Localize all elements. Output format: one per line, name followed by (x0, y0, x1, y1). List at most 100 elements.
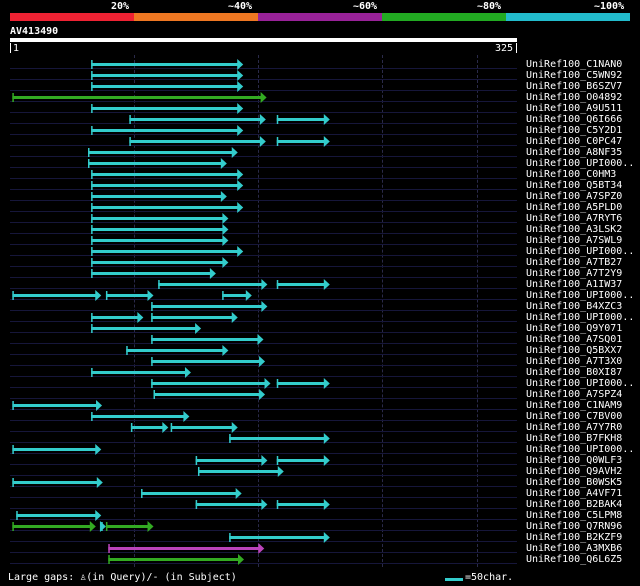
segment-line (129, 140, 261, 143)
segment-line (276, 382, 325, 385)
hit-segment[interactable] (91, 213, 229, 224)
segment-arrowhead (209, 268, 216, 279)
hit-segment[interactable] (91, 323, 202, 334)
segment-arrowhead (238, 554, 244, 565)
hit-segment[interactable] (105, 521, 154, 532)
blast-alignment-view: 20% ~40% ~60% ~80% ~100% AV413490 1 325 … (0, 0, 640, 586)
hit-segment[interactable] (276, 114, 330, 125)
segment-arrowhead (95, 290, 102, 301)
hit-segment[interactable] (229, 433, 330, 444)
hit-segment[interactable] (91, 180, 244, 191)
hit-segment[interactable] (91, 224, 229, 235)
hit-segment[interactable] (151, 356, 266, 367)
hit-segment[interactable] (108, 554, 244, 565)
hit-segment[interactable] (276, 378, 330, 389)
hit-segment[interactable] (195, 499, 268, 510)
hit-segment[interactable] (91, 235, 229, 246)
segment-line (91, 371, 186, 374)
segment-arrowhead (222, 235, 229, 246)
hit-segment[interactable] (158, 279, 268, 290)
segment-arrowhead (231, 422, 238, 433)
hit-segment[interactable] (91, 268, 216, 279)
segment-line (12, 448, 97, 451)
segment-arrowhead (222, 213, 229, 224)
hit-segment[interactable] (91, 59, 244, 70)
hit-segment[interactable] (153, 389, 266, 400)
segment-arrowhead (261, 455, 268, 466)
hit-segment[interactable] (105, 290, 154, 301)
hit-segment[interactable] (197, 466, 284, 477)
hit-segment[interactable] (126, 345, 229, 356)
segment-arrowhead (323, 455, 330, 466)
hit-segment[interactable] (88, 158, 227, 169)
segment-arrowhead (237, 103, 244, 114)
hit-segment[interactable] (91, 411, 190, 422)
hit-segment[interactable] (12, 521, 96, 532)
segment-arrowhead (237, 202, 244, 213)
segment-line (91, 206, 239, 209)
hit-segment[interactable] (276, 136, 330, 147)
segment-line (91, 327, 197, 330)
segment-arrowhead (245, 290, 252, 301)
segment-line (151, 305, 263, 308)
hit-segment[interactable] (91, 312, 144, 323)
segment-line (153, 393, 261, 396)
hit-segment[interactable] (170, 422, 238, 433)
hit-segment[interactable] (88, 147, 238, 158)
hit-segment[interactable] (99, 521, 106, 532)
segment-arrowhead (231, 147, 238, 158)
hit-segment[interactable] (91, 81, 244, 92)
hit-segment[interactable] (129, 114, 266, 125)
hit-segment[interactable] (276, 455, 330, 466)
hit-segment[interactable] (151, 312, 238, 323)
segment-arrowhead (323, 433, 330, 444)
gaps-legend: Large gaps: ♙(in Query)/- (in Subject) (8, 572, 237, 583)
segment-line (91, 63, 239, 66)
segment-arrowhead (235, 488, 242, 499)
hit-segment[interactable] (12, 400, 103, 411)
segment-line (276, 140, 325, 143)
hit-segment[interactable] (12, 92, 267, 103)
hit-segment[interactable] (108, 543, 265, 554)
segment-line (91, 261, 224, 264)
hit-segment[interactable] (91, 257, 229, 268)
segment-line (197, 470, 279, 473)
segment-line (12, 525, 91, 528)
hit-segment[interactable] (130, 422, 169, 433)
hit-segment[interactable] (91, 70, 244, 81)
hit-segment[interactable] (91, 125, 244, 136)
segment-line (16, 514, 97, 517)
segment-arrowhead (222, 224, 229, 235)
hit-segment[interactable] (151, 301, 268, 312)
hit-segment[interactable] (12, 477, 103, 488)
hit-segment[interactable] (91, 246, 244, 257)
hit-segment[interactable] (91, 103, 244, 114)
hit-segment[interactable] (229, 532, 330, 543)
hit-segment[interactable] (16, 510, 102, 521)
segment-arrowhead (231, 312, 238, 323)
hit-segment[interactable] (91, 191, 227, 202)
hit-segment[interactable] (91, 202, 244, 213)
segment-arrowhead (237, 59, 244, 70)
hit-segment[interactable] (222, 290, 252, 301)
segment-line (88, 151, 233, 154)
hit-segment[interactable] (276, 279, 330, 290)
hit-segment[interactable] (91, 367, 191, 378)
hit-segment[interactable] (195, 455, 268, 466)
hit-segment[interactable] (12, 444, 102, 455)
segment-line (276, 503, 325, 506)
hit-segment[interactable] (141, 488, 242, 499)
segment-line (91, 415, 185, 418)
hit-segment[interactable] (129, 136, 266, 147)
hit-segment[interactable] (91, 169, 244, 180)
segment-arrowhead (222, 257, 229, 268)
segment-line (12, 294, 97, 297)
hit-segment[interactable] (151, 378, 271, 389)
segment-line (91, 173, 239, 176)
segment-arrowhead (259, 114, 266, 125)
hit-segment[interactable] (276, 499, 330, 510)
hit-segment[interactable] (151, 334, 264, 345)
segment-arrowhead (257, 334, 264, 345)
hit-segment[interactable] (12, 290, 102, 301)
segment-line (91, 184, 239, 187)
